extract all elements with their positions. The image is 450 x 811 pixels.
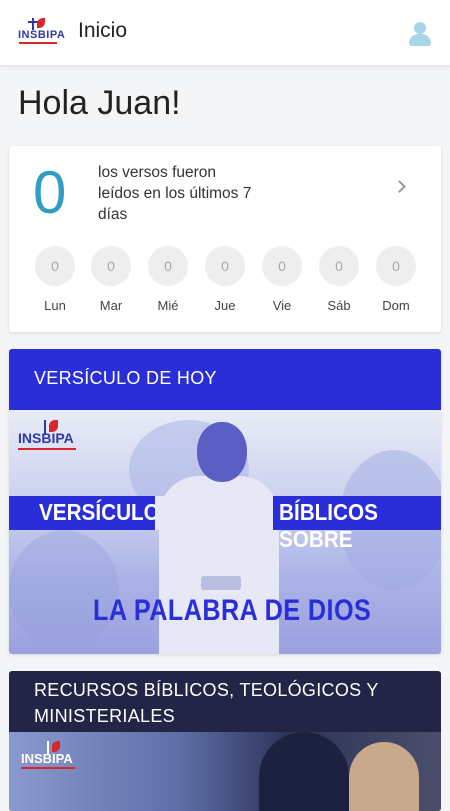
resources-card[interactable]: RECURSOS BÍBLICOS, TEOLÓGICOS Y MINISTER…	[9, 671, 441, 811]
verse-of-day-title: VERSÍCULO DE HOY	[34, 368, 217, 388]
banner-left-text: VERSÍCULOS	[39, 499, 174, 525]
resources-title: RECURSOS BÍBLICOS, TEOLÓGICOS Y MINISTER…	[34, 680, 379, 726]
verses-read-description: los versos fueron leídos en los últimos …	[98, 164, 252, 223]
chevron-right-icon[interactable]	[395, 180, 407, 192]
day-label: Sáb	[327, 298, 351, 313]
day-count: 0	[35, 246, 75, 286]
day-count: 0	[319, 246, 359, 286]
banner-right-text: BÍBLICOS SOBRE	[279, 499, 378, 552]
day-jue: 0 Jue	[205, 246, 245, 313]
day-label: Vie	[272, 298, 292, 313]
day-sab: 0 Sáb	[319, 246, 359, 313]
day-label: Mié	[157, 298, 179, 313]
insbipa-logo: INSBIPA	[18, 420, 78, 456]
top-app-bar: INSBIPA Inicio	[0, 0, 450, 66]
day-count: 0	[262, 246, 302, 286]
page-title: Inicio	[78, 19, 128, 42]
day-label: Mar	[99, 298, 123, 313]
day-label: Lun	[44, 298, 66, 313]
day-count: 0	[148, 246, 188, 286]
day-mar: 0 Mar	[91, 246, 131, 313]
day-dom: 0 Dom	[376, 246, 416, 313]
day-vie: 0 Vie	[262, 246, 302, 313]
day-count: 0	[376, 246, 416, 286]
insbipa-logo: INSBIPA	[18, 18, 65, 46]
verse-banner: VERSÍCULOS BÍBLICOS SOBRE	[9, 496, 441, 552]
day-mie: 0 Mié	[148, 246, 188, 313]
verse-of-day-card[interactable]: VERSÍCULO DE HOY INSBIPA VERSÍCULOS BÍBL…	[9, 349, 441, 654]
verse-of-day-image[interactable]: INSBIPA VERSÍCULOS BÍBLICOS SOBRE LA PAL…	[9, 410, 441, 654]
day-count: 0	[205, 246, 245, 286]
insbipa-logo: INSBIPA	[21, 741, 81, 777]
day-lun: 0 Lun	[35, 246, 75, 313]
day-label: Jue	[214, 298, 236, 313]
verses-read-count: 0	[33, 159, 67, 226]
verse-of-day-header: VERSÍCULO DE HOY	[9, 349, 441, 410]
reading-stats-card[interactable]: 0 los versos fueron leídos en los último…	[9, 146, 441, 332]
day-label: Dom	[382, 298, 410, 313]
day-count: 0	[91, 246, 131, 286]
verse-headline: LA PALABRA DE DIOS	[93, 594, 372, 627]
user-avatar-icon[interactable]	[409, 22, 431, 46]
greeting-heading: Hola Juan!	[18, 84, 181, 122]
